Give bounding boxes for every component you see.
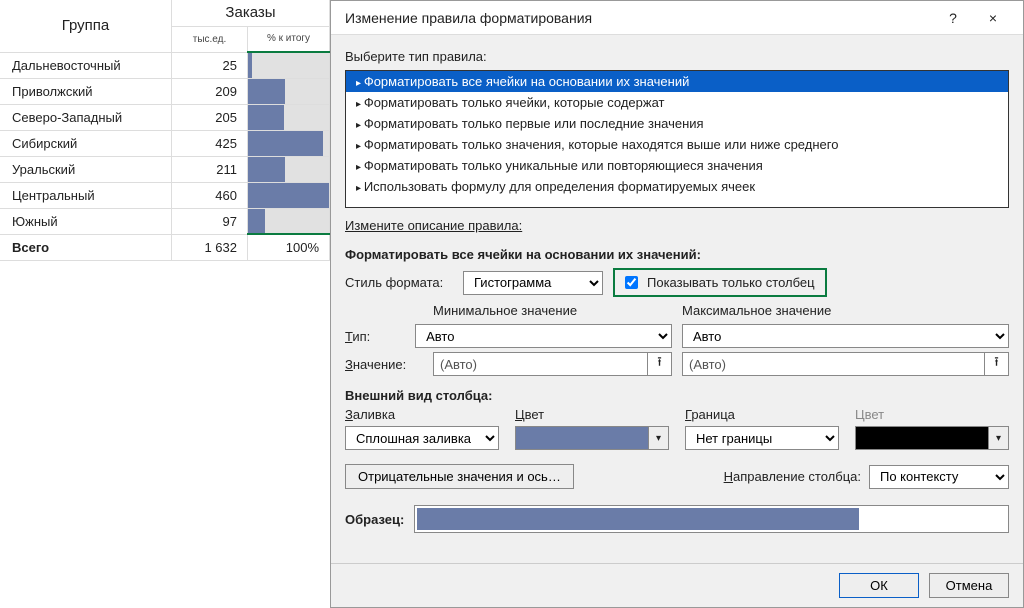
row-value[interactable]: 425 — [172, 130, 248, 156]
negative-values-button[interactable]: Отрицательные значения и ось… — [345, 464, 574, 489]
row-bar-cell[interactable] — [248, 104, 330, 130]
col-sub-pct: % к итогу — [248, 26, 330, 52]
preview-swatch — [414, 505, 1009, 533]
type-label: Тип: — [345, 329, 407, 344]
cancel-button[interactable]: Отмена — [929, 573, 1009, 598]
table-row: Сибирский425 — [0, 130, 330, 156]
dialog-title: Изменение правила форматирования — [345, 10, 933, 26]
border-color-picker[interactable]: ▾ — [855, 426, 1009, 450]
bar-direction-combo[interactable]: По контексту — [869, 465, 1009, 489]
rule-type-item[interactable]: Форматировать только значения, которые н… — [346, 134, 1008, 155]
row-value[interactable]: 209 — [172, 78, 248, 104]
range-picker-icon[interactable]: ⭱ — [648, 352, 672, 376]
row-value[interactable]: 205 — [172, 104, 248, 130]
format-style-label: Стиль формата: — [345, 275, 453, 290]
col-orders-header: Заказы — [172, 0, 330, 26]
format-style-combo[interactable]: Гистограмма — [463, 271, 603, 295]
help-icon[interactable]: ? — [933, 10, 973, 26]
border-label: Граница — [685, 407, 839, 422]
row-bar-cell[interactable] — [248, 52, 330, 78]
row-value[interactable]: 460 — [172, 182, 248, 208]
border-color-label: Цвет — [855, 407, 1009, 422]
row-group[interactable]: Дальневосточный — [0, 52, 172, 78]
fill-color-picker[interactable]: ▾ — [515, 426, 669, 450]
fill-combo[interactable]: Сплошная заливка — [345, 426, 499, 450]
show-bar-only-checkbox[interactable]: Показывать только столбец — [613, 268, 827, 297]
chevron-down-icon[interactable]: ▾ — [988, 427, 1008, 449]
table-row: Дальневосточный25 — [0, 52, 330, 78]
range-picker-icon[interactable]: ⭱ — [985, 352, 1009, 376]
row-bar-cell[interactable] — [248, 78, 330, 104]
pivot-table: Группа Заказы тыс.ед. % к итогу Дальнево… — [0, 0, 330, 608]
min-heading: Минимальное значение — [433, 303, 577, 318]
show-bar-only-input[interactable] — [625, 276, 638, 289]
max-type-combo[interactable]: Авто — [682, 324, 1009, 348]
rule-type-item[interactable]: Форматировать только ячейки, которые сод… — [346, 92, 1008, 113]
row-value[interactable]: 97 — [172, 208, 248, 234]
row-bar-cell[interactable] — [248, 156, 330, 182]
edit-desc-label: Измените описание правила: — [345, 218, 1009, 233]
total-pct[interactable]: 100% — [248, 234, 330, 260]
rule-type-item[interactable]: Использовать формулу для определения фор… — [346, 176, 1008, 197]
rule-type-item[interactable]: Форматировать только уникальные или повт… — [346, 155, 1008, 176]
row-group[interactable]: Южный — [0, 208, 172, 234]
table-row: Центральный460 — [0, 182, 330, 208]
value-label: Значение: — [345, 357, 425, 372]
bar-direction-label: Направление столбца: — [724, 469, 861, 484]
table-row: Северо-Западный205 — [0, 104, 330, 130]
row-bar-cell[interactable] — [248, 208, 330, 234]
edit-formatting-rule-dialog: Изменение правила форматирования ? × Выб… — [330, 0, 1024, 608]
row-group[interactable]: Сибирский — [0, 130, 172, 156]
table-row: Южный97 — [0, 208, 330, 234]
fill-color-label: Цвет — [515, 407, 669, 422]
fill-label: Заливка — [345, 407, 499, 422]
bar-appearance-heading: Внешний вид столбца: — [345, 388, 1009, 403]
row-value[interactable]: 25 — [172, 52, 248, 78]
rule-type-list[interactable]: Форматировать все ячейки на основании их… — [345, 70, 1009, 208]
min-type-combo[interactable]: Авто — [415, 324, 672, 348]
total-value[interactable]: 1 632 — [172, 234, 248, 260]
row-value[interactable]: 211 — [172, 156, 248, 182]
rule-type-item[interactable]: Форматировать только первые или последни… — [346, 113, 1008, 134]
total-label[interactable]: Всего — [0, 234, 172, 260]
preview-label: Образец: — [345, 512, 404, 527]
col-sub-thousands: тыс.ед. — [172, 26, 248, 52]
table-row: Приволжский209 — [0, 78, 330, 104]
row-bar-cell[interactable] — [248, 182, 330, 208]
row-group[interactable]: Приволжский — [0, 78, 172, 104]
chevron-down-icon[interactable]: ▾ — [648, 427, 668, 449]
close-icon[interactable]: × — [973, 10, 1013, 26]
col-group-header: Группа — [0, 0, 172, 52]
row-bar-cell[interactable] — [248, 130, 330, 156]
table-total-row: Всего1 632100% — [0, 234, 330, 260]
row-group[interactable]: Северо-Западный — [0, 104, 172, 130]
rule-type-label: Выберите тип правила: — [345, 49, 1009, 64]
table-row: Уральский211 — [0, 156, 330, 182]
min-value-input[interactable] — [433, 352, 648, 376]
rule-type-item[interactable]: Форматировать все ячейки на основании их… — [346, 71, 1008, 92]
ok-button[interactable]: ОК — [839, 573, 919, 598]
border-combo[interactable]: Нет границы — [685, 426, 839, 450]
max-heading: Максимальное значение — [682, 303, 831, 318]
format-all-heading: Форматировать все ячейки на основании их… — [345, 247, 1009, 262]
row-group[interactable]: Центральный — [0, 182, 172, 208]
max-value-input[interactable] — [682, 352, 985, 376]
row-group[interactable]: Уральский — [0, 156, 172, 182]
